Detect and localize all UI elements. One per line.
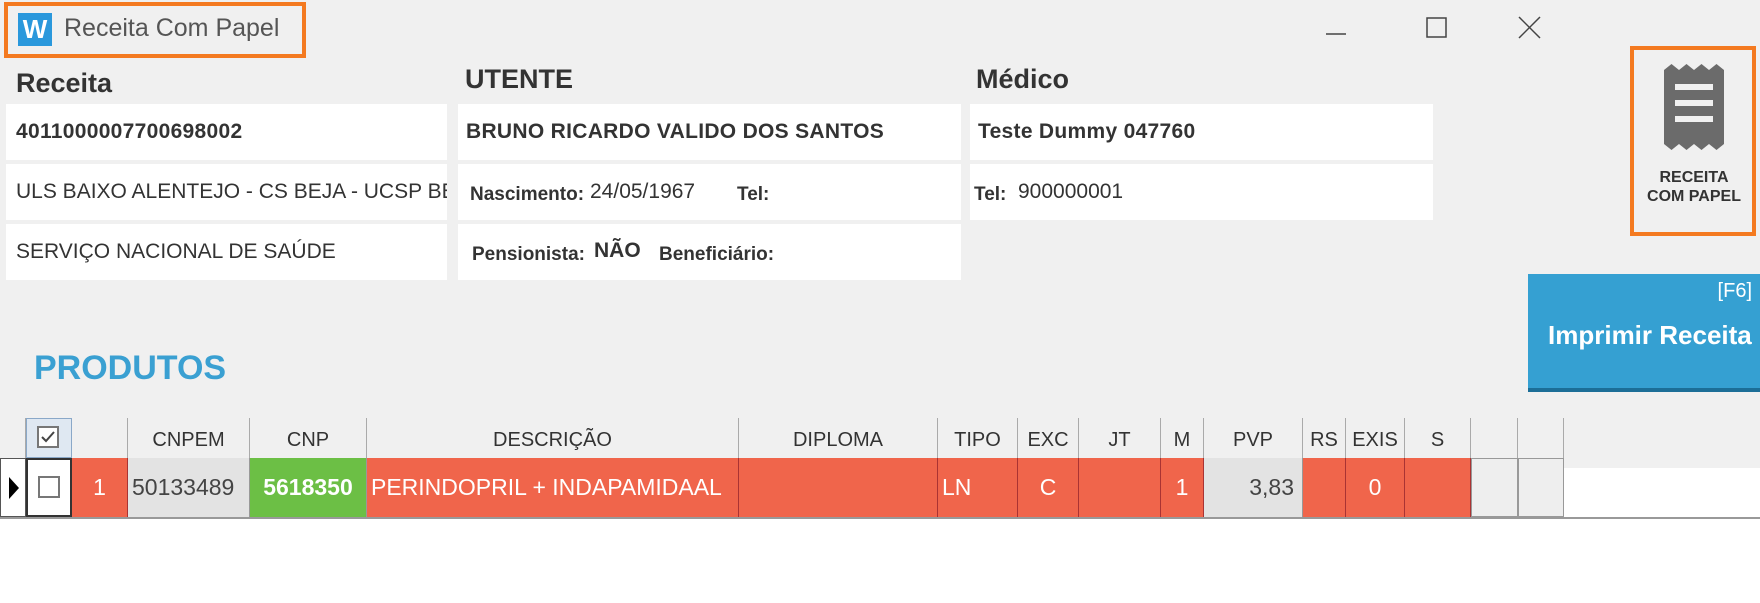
row-action-button-2[interactable] <box>1518 458 1564 517</box>
header-m[interactable]: M <box>1161 418 1204 458</box>
pensionista-value: NÃO <box>594 239 641 262</box>
row-tipo: LN <box>938 458 1018 517</box>
side-label-line1: RECEITA <box>1659 169 1729 186</box>
row-descricao: PERINDOPRIL + INDAPAMIDAAL <box>367 458 739 517</box>
index-header <box>72 418 128 458</box>
receita-number: 4011000007700698002 <box>16 120 243 143</box>
minimize-icon <box>1326 33 1346 35</box>
header-s[interactable]: S <box>1405 418 1471 458</box>
row-indicator-header <box>0 418 26 458</box>
window-title: Receita Com Papel <box>64 14 280 42</box>
header-jt[interactable]: JT <box>1079 418 1161 458</box>
header-exc[interactable]: EXC <box>1018 418 1079 458</box>
medico-tel-box: Tel: 900000001 <box>970 164 1433 220</box>
row-cnpem: 50133489 <box>128 458 250 517</box>
side-label-line2: COM PAPEL <box>1647 188 1741 205</box>
header-filler <box>1564 418 1760 458</box>
medico-name: Teste Dummy 047760 <box>978 120 1196 143</box>
receita-entity-box: SERVIÇO NACIONAL DE SAÚDE <box>6 224 447 280</box>
row-s <box>1405 458 1471 517</box>
print-button-label: Imprimir Receita <box>1548 320 1752 350</box>
receita-location-box: ULS BAIXO ALENTEJO - CS BEJA - UCSP BE <box>6 164 447 220</box>
row-exis: 0 <box>1346 458 1405 517</box>
pensionista-label: Pensionista: <box>472 244 585 265</box>
print-shortcut-label: [F6] <box>1717 280 1752 302</box>
header-diploma[interactable]: DIPLOMA <box>739 418 938 458</box>
header-action-2 <box>1518 418 1564 458</box>
row-diploma <box>739 458 938 517</box>
current-row-arrow-icon <box>9 477 19 499</box>
medico-tel-value: 900000001 <box>1018 180 1124 203</box>
imprimir-receita-button[interactable]: [F6] Imprimir Receita <box>1528 274 1760 392</box>
window: W Receita Com Papel Receita 401100000770… <box>0 0 1760 468</box>
products-grid: CNPEM CNP DESCRIÇÃO DIPLOMA TIPO EXC JT … <box>0 418 1760 520</box>
utente-name-box: BRUNO RICARDO VALIDO DOS SANTOS <box>458 104 961 160</box>
header-action-1 <box>1471 418 1518 458</box>
app-logo-icon: W <box>18 13 52 46</box>
header-pvp[interactable]: PVP <box>1204 418 1303 458</box>
medico-name-box: Teste Dummy 047760 <box>970 104 1433 160</box>
checkmark-icon <box>41 431 55 443</box>
header-tipo[interactable]: TIPO <box>938 418 1018 458</box>
title-bar: W Receita Com Papel <box>0 0 1760 60</box>
beneficiario-label: Beneficiário: <box>659 244 775 265</box>
utente-details-box: Nascimento: 24/05/1967 Tel: <box>458 164 961 220</box>
receita-com-papel-label: RECEITA COM PAPEL <box>1634 168 1754 206</box>
grid-bottom-border <box>0 517 1760 519</box>
header-cnp[interactable]: CNP <box>250 418 367 458</box>
row-select-cell[interactable] <box>26 458 72 517</box>
medico-tel-label: Tel: <box>974 184 1007 205</box>
close-icon <box>1518 16 1541 39</box>
row-rs <box>1303 458 1346 517</box>
header-rs[interactable]: RS <box>1303 418 1346 458</box>
nascimento-value: 24/05/1967 <box>590 180 696 203</box>
row-index: 1 <box>72 458 128 517</box>
utente-tel-label: Tel: <box>737 184 770 205</box>
minimize-button[interactable] <box>1316 12 1356 46</box>
close-button[interactable] <box>1510 12 1550 46</box>
medico-label: Médico <box>976 64 1070 94</box>
receita-location: ULS BAIXO ALENTEJO - CS BEJA - UCSP BE <box>16 180 447 203</box>
receita-entity: SERVIÇO NACIONAL DE SAÚDE <box>16 240 336 263</box>
row-cnp: 5618350 <box>250 458 367 517</box>
header-descricao[interactable]: DESCRIÇÃO <box>367 418 739 458</box>
utente-label: UTENTE <box>465 64 573 94</box>
row-checkbox[interactable] <box>38 476 60 498</box>
select-all-checkbox[interactable] <box>37 426 59 448</box>
row-m: 1 <box>1161 458 1204 517</box>
paper-receipt-icon <box>1664 64 1724 150</box>
row-jt <box>1079 458 1161 517</box>
utente-name: BRUNO RICARDO VALIDO DOS SANTOS <box>466 120 885 143</box>
utente-benefits-box: Pensionista: NÃO Beneficiário: <box>458 224 961 280</box>
receita-label: Receita <box>16 68 113 98</box>
produtos-section-title: PRODUTOS <box>34 349 227 387</box>
row-pvp: 3,83 <box>1204 458 1303 517</box>
row-exc: C <box>1018 458 1079 517</box>
row-indicator <box>0 458 26 517</box>
row-action-button-1[interactable] <box>1471 458 1518 517</box>
select-all-header[interactable] <box>26 418 72 458</box>
maximize-icon <box>1426 17 1447 38</box>
receita-number-box: 4011000007700698002 <box>6 104 447 160</box>
header-cnpem[interactable]: CNPEM <box>128 418 250 458</box>
maximize-button[interactable] <box>1416 12 1456 46</box>
header-exis[interactable]: EXIS <box>1346 418 1405 458</box>
nascimento-label: Nascimento: <box>470 184 585 205</box>
